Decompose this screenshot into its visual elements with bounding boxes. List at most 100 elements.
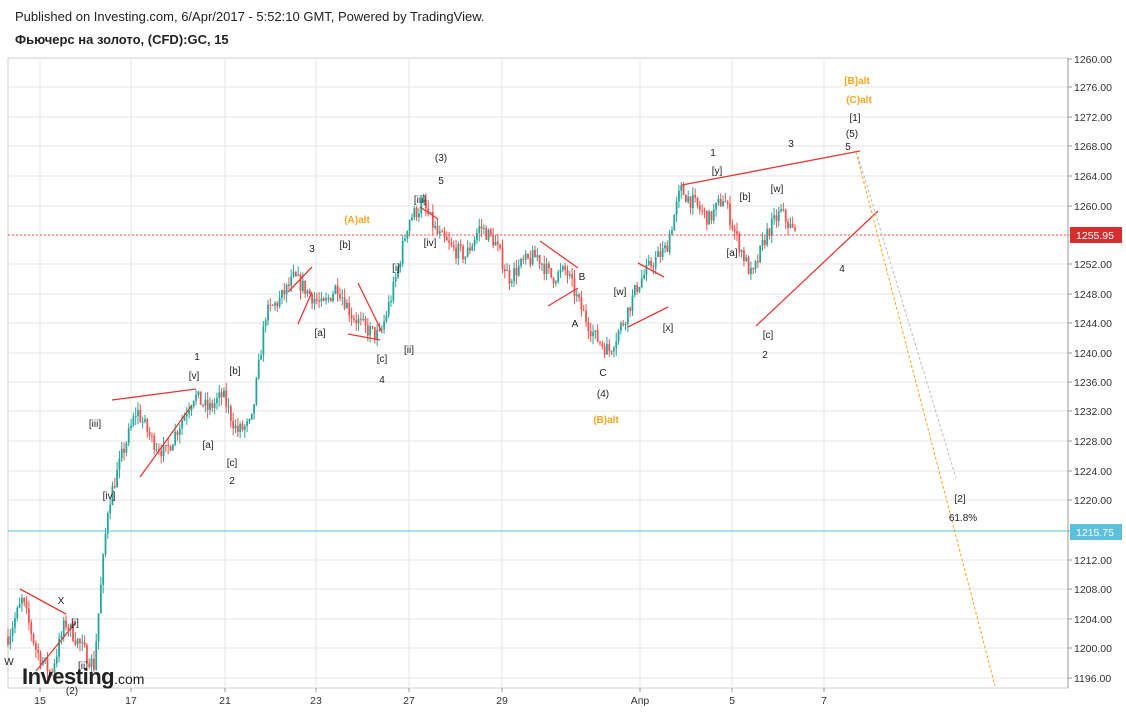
wave-label-alt: (B)alt xyxy=(593,415,619,426)
candle-body xyxy=(745,257,748,262)
candle-body xyxy=(113,485,116,488)
candle-body xyxy=(715,202,717,210)
x-tick-label: 17 xyxy=(125,695,137,707)
candle-body xyxy=(385,315,388,322)
candle-body xyxy=(659,251,662,257)
wave-label: 1 xyxy=(194,352,200,363)
candle-body xyxy=(329,297,332,302)
wave-label: 4 xyxy=(839,264,845,275)
candle-body xyxy=(404,238,406,241)
candle-body xyxy=(181,420,184,429)
candle-body xyxy=(188,410,190,415)
candle-body xyxy=(79,638,81,644)
candle-body xyxy=(225,390,228,407)
candle-body xyxy=(164,444,167,446)
y-tick-label: 1228.00 xyxy=(1074,436,1112,448)
y-tick-label: 1196.00 xyxy=(1074,673,1111,685)
logo-suffix: .com xyxy=(114,671,145,687)
candle-body xyxy=(754,261,757,269)
candle-body xyxy=(292,272,295,277)
candle-body xyxy=(550,267,553,278)
candle-body xyxy=(137,410,139,417)
candle-body xyxy=(448,240,450,243)
candle-body xyxy=(682,185,685,196)
candle-body xyxy=(209,403,211,410)
candle-body xyxy=(541,263,543,265)
candle-body xyxy=(673,214,676,231)
candle-body xyxy=(545,263,548,275)
candle-body xyxy=(736,231,738,234)
candle-body xyxy=(362,318,365,320)
x-tick-label: 15 xyxy=(34,695,46,707)
candle-body xyxy=(239,423,242,433)
candle-body xyxy=(517,265,520,276)
candle-body xyxy=(782,209,785,211)
candle-body xyxy=(680,185,683,191)
candle-body xyxy=(123,448,125,453)
candle-body xyxy=(199,391,202,405)
candle-body xyxy=(130,425,132,429)
candle-body xyxy=(299,274,302,292)
wave-label: A xyxy=(572,319,579,330)
candle-body xyxy=(445,237,448,241)
candle-body xyxy=(770,218,773,236)
candle-body xyxy=(195,394,197,401)
candle-body xyxy=(16,607,19,619)
candle-body xyxy=(21,598,23,604)
candle-body xyxy=(341,297,344,299)
x-tick-label: Апр xyxy=(631,695,650,707)
candle-body xyxy=(37,649,40,653)
candle-body xyxy=(626,307,629,324)
y-tick-label: 1264.00 xyxy=(1074,171,1112,183)
candle-body xyxy=(592,332,594,337)
candle-body xyxy=(712,209,715,221)
candle-body xyxy=(743,250,745,262)
candle-body xyxy=(536,255,539,258)
candle-body xyxy=(315,299,318,301)
candle-body xyxy=(594,330,597,333)
candle-body xyxy=(478,226,481,234)
candle-body xyxy=(278,297,281,307)
candle-body xyxy=(132,416,135,426)
candle-body xyxy=(719,198,722,207)
candle-body xyxy=(701,210,704,212)
candle-body xyxy=(418,213,420,218)
candle-body xyxy=(357,318,360,324)
candle-body xyxy=(297,274,300,276)
y-tick-label: 1268.00 xyxy=(1074,141,1112,153)
candle-body xyxy=(587,322,590,332)
candle-body xyxy=(777,211,780,222)
candle-body xyxy=(411,217,413,221)
wave-label: 5 xyxy=(438,176,444,187)
candle-body xyxy=(390,300,392,302)
x-tick-label: 29 xyxy=(496,695,508,707)
price-chart[interactable]: 1260.00 1276.00 1272.00 1268.00 1264.00 1260.… xyxy=(0,0,1126,720)
wave-label: [c] xyxy=(377,354,388,365)
candle-body xyxy=(216,398,218,404)
candle-body xyxy=(689,196,692,209)
candle-body xyxy=(260,355,262,360)
candle-body xyxy=(174,431,177,445)
candle-body xyxy=(285,284,288,295)
y-tick-label: 1200.00 xyxy=(1074,643,1112,655)
y-tick-label: 1212.00 xyxy=(1074,555,1112,567)
candle-body xyxy=(585,310,587,323)
candle-body xyxy=(534,250,536,258)
candle-body xyxy=(144,419,146,422)
candle-body xyxy=(508,270,511,284)
candle-body xyxy=(383,321,385,330)
wave-label: [w] xyxy=(614,287,627,298)
candle-body xyxy=(264,320,267,327)
candle-body xyxy=(97,613,100,642)
wave-label: [b] xyxy=(229,366,240,377)
candle-body xyxy=(313,299,316,304)
candle-body xyxy=(311,294,314,304)
candle-body xyxy=(9,635,12,645)
candle-body xyxy=(434,225,437,228)
wave-label: [ii] xyxy=(404,345,414,356)
candle-body xyxy=(373,327,376,339)
candle-body xyxy=(471,245,474,251)
candle-body xyxy=(619,323,622,331)
candle-body xyxy=(522,258,525,260)
candle-body xyxy=(213,403,216,409)
